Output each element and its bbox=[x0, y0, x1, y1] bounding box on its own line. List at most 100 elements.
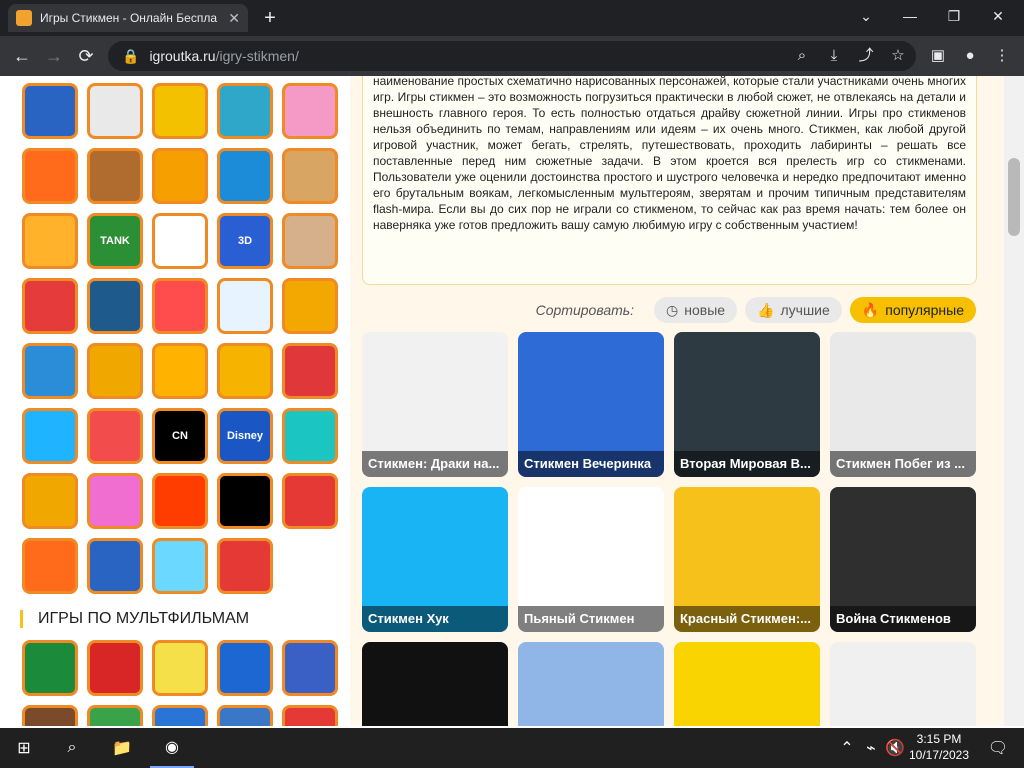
reload-icon[interactable]: ⟳ bbox=[74, 44, 98, 68]
game-card-title: Война Стикменов bbox=[830, 606, 976, 632]
game-tile[interactable] bbox=[22, 278, 78, 334]
game-card[interactable] bbox=[674, 642, 820, 726]
window-dropdown-icon[interactable]: ⌄ bbox=[846, 4, 886, 28]
game-tile[interactable] bbox=[152, 343, 208, 399]
game-tile[interactable] bbox=[152, 538, 208, 594]
game-tile[interactable] bbox=[22, 473, 78, 529]
game-tile-label: CN bbox=[172, 430, 188, 442]
game-tile[interactable] bbox=[282, 408, 338, 464]
notifications-icon[interactable]: 🗨 bbox=[978, 728, 1018, 768]
game-card-title: Вторая Мировая В... bbox=[674, 451, 820, 477]
game-card-title: Стикмен Хук bbox=[362, 606, 508, 632]
game-tile[interactable] bbox=[152, 473, 208, 529]
game-tile[interactable]: CN bbox=[152, 408, 208, 464]
tray-chevron-icon[interactable]: ⌃ bbox=[836, 728, 858, 768]
install-icon[interactable]: ⤓ bbox=[822, 44, 846, 68]
game-tile[interactable] bbox=[87, 278, 143, 334]
search-icon[interactable]: ⌕ bbox=[790, 44, 814, 68]
game-tile[interactable] bbox=[87, 640, 143, 696]
game-tile[interactable] bbox=[22, 213, 78, 269]
menu-kebab-icon[interactable]: ⋮ bbox=[990, 44, 1014, 68]
game-tile[interactable] bbox=[87, 538, 143, 594]
game-tile[interactable] bbox=[217, 343, 273, 399]
left-sidebar: TANK 3D CN Disney ИГРЫ ПО МУЛЬТФИЛЬМАМ bbox=[0, 76, 350, 726]
side-panel-icon[interactable]: ▣ bbox=[926, 44, 950, 68]
game-tile[interactable] bbox=[282, 83, 338, 139]
tab-title: Игры Стикмен - Онлайн Беспла bbox=[40, 11, 217, 25]
game-card[interactable] bbox=[362, 642, 508, 726]
bookmark-star-icon[interactable]: ☆ bbox=[886, 44, 910, 68]
game-card[interactable]: Пьяный Стикмен bbox=[518, 487, 664, 632]
game-tile[interactable]: 3D bbox=[217, 213, 273, 269]
game-card[interactable] bbox=[518, 642, 664, 726]
window-close-icon[interactable]: ✕ bbox=[978, 4, 1018, 28]
game-tile[interactable] bbox=[87, 408, 143, 464]
game-card[interactable]: Стикмен Побег из ... bbox=[830, 332, 976, 477]
sort-popular-button[interactable]: 🔥 популярные bbox=[849, 297, 976, 323]
thumbs-up-icon: 👍 bbox=[757, 301, 775, 318]
game-tile[interactable] bbox=[217, 278, 273, 334]
game-card[interactable]: Война Стикменов bbox=[830, 487, 976, 632]
game-tile[interactable] bbox=[217, 148, 273, 204]
window-minimize-icon[interactable]: — bbox=[890, 4, 930, 28]
game-tile[interactable]: TANK bbox=[87, 213, 143, 269]
sort-best-button[interactable]: 👍 лучшие bbox=[745, 297, 842, 323]
share-icon[interactable]: ⤴ bbox=[854, 44, 878, 68]
taskbar-clock[interactable]: 3:15 PM 10/17/2023 bbox=[904, 731, 974, 763]
tab-close-icon[interactable]: ✕ bbox=[228, 10, 240, 27]
network-icon[interactable]: ⌁ bbox=[860, 728, 882, 768]
game-tile[interactable] bbox=[282, 473, 338, 529]
game-tile[interactable] bbox=[152, 640, 208, 696]
game-tile[interactable] bbox=[282, 213, 338, 269]
game-tile[interactable] bbox=[152, 705, 208, 726]
taskbar-search-icon[interactable]: ⌕ bbox=[50, 728, 94, 768]
game-tile[interactable] bbox=[217, 705, 273, 726]
game-tile[interactable] bbox=[217, 83, 273, 139]
game-tile[interactable] bbox=[87, 705, 143, 726]
game-tile[interactable] bbox=[87, 148, 143, 204]
game-card[interactable]: Красный Стикмен:... bbox=[674, 487, 820, 632]
game-tile[interactable] bbox=[217, 538, 273, 594]
page-content: TANK 3D CN Disney ИГРЫ ПО МУЛЬТФИЛЬМАМ наим… bbox=[0, 76, 1024, 726]
game-tile[interactable] bbox=[282, 278, 338, 334]
profile-icon[interactable]: ● bbox=[958, 44, 982, 68]
game-card[interactable]: Стикмен Хук bbox=[362, 487, 508, 632]
game-tile[interactable] bbox=[152, 83, 208, 139]
game-tile[interactable] bbox=[152, 148, 208, 204]
back-icon[interactable]: ← bbox=[10, 44, 34, 68]
game-tile[interactable] bbox=[22, 640, 78, 696]
game-card[interactable]: Стикмен Вечеринка bbox=[518, 332, 664, 477]
game-tile[interactable] bbox=[152, 278, 208, 334]
game-tile[interactable] bbox=[282, 343, 338, 399]
game-tile[interactable] bbox=[282, 640, 338, 696]
game-tile[interactable] bbox=[87, 83, 143, 139]
start-icon[interactable]: ⊞ bbox=[0, 728, 48, 768]
game-tile[interactable] bbox=[282, 148, 338, 204]
game-tile[interactable] bbox=[22, 343, 78, 399]
game-tile[interactable] bbox=[217, 640, 273, 696]
game-tile[interactable] bbox=[282, 705, 338, 726]
browser-tab[interactable]: Игры Стикмен - Онлайн Беспла ✕ bbox=[8, 4, 248, 32]
game-card[interactable]: Стикмен: Драки на... bbox=[362, 332, 508, 477]
game-tile[interactable] bbox=[22, 705, 78, 726]
forward-icon[interactable]: → bbox=[42, 44, 66, 68]
game-tile[interactable] bbox=[87, 343, 143, 399]
game-tile[interactable]: Disney bbox=[217, 408, 273, 464]
scrollbar-thumb[interactable] bbox=[1008, 158, 1020, 236]
game-card[interactable] bbox=[830, 642, 976, 726]
sort-new-button[interactable]: ◷ новые bbox=[654, 297, 738, 323]
volume-icon[interactable]: 🔇 bbox=[884, 728, 906, 768]
game-tile[interactable] bbox=[87, 473, 143, 529]
game-tile[interactable] bbox=[152, 213, 208, 269]
chrome-icon[interactable]: ◉ bbox=[150, 728, 194, 768]
game-tile[interactable] bbox=[22, 408, 78, 464]
window-restore-icon[interactable]: ❐ bbox=[934, 4, 974, 28]
file-explorer-icon[interactable]: 📁 bbox=[100, 728, 144, 768]
game-card[interactable]: Вторая Мировая В... bbox=[674, 332, 820, 477]
game-tile[interactable] bbox=[22, 83, 78, 139]
game-tile[interactable] bbox=[22, 148, 78, 204]
new-tab-button[interactable]: + bbox=[258, 6, 282, 30]
sort-label: Сортировать: bbox=[535, 302, 635, 318]
game-tile[interactable] bbox=[22, 538, 78, 594]
game-tile[interactable] bbox=[217, 473, 273, 529]
